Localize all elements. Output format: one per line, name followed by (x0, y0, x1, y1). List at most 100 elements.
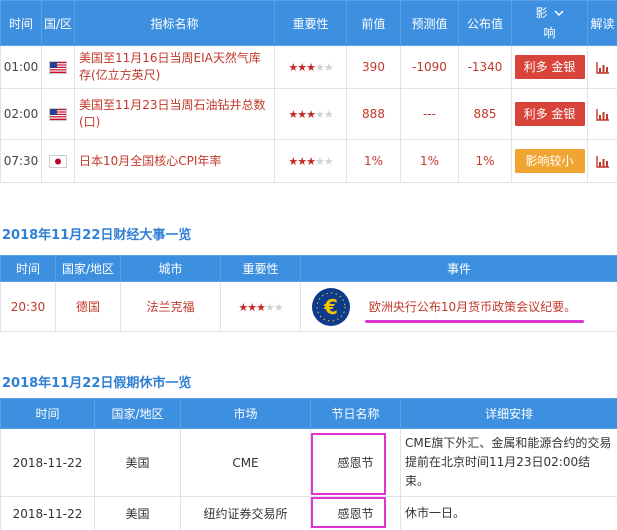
holiday-detail: 休市一日。 (400, 496, 617, 530)
japan-flag-icon (49, 155, 67, 168)
star-icon: ★ (306, 108, 316, 121)
forecast-value: --- (400, 88, 459, 140)
impact-badge[interactable]: 影响较小 (514, 149, 585, 173)
row-time: 02:00 (0, 88, 42, 140)
analysis-cell (587, 45, 617, 89)
col-time: 时间 (0, 398, 95, 429)
us-flag-icon (49, 108, 67, 121)
col-country: 国/区 (41, 0, 75, 46)
star-icon: ★ (297, 61, 307, 74)
star-empty-icon: ★ (314, 61, 325, 74)
impact-badge[interactable]: 利多 金银 (514, 55, 585, 79)
bar-chart-icon[interactable] (595, 61, 610, 74)
holiday-market: CME (180, 428, 311, 497)
event-time: 20:30 (0, 281, 56, 332)
holiday-name: 感恩节 (310, 428, 401, 497)
holiday-country: 美国 (94, 496, 181, 530)
col-time: 时间 (0, 0, 42, 46)
col-impact-dropdown[interactable]: 影 响 (511, 0, 588, 46)
table-row: 2018-11-22 美国 CME 感恩节 CME旗下外汇、金属和能源合约的交易… (0, 428, 617, 497)
impact-badge[interactable]: 利多 金银 (514, 102, 585, 126)
holiday-date: 2018-11-22 (0, 496, 95, 530)
bar-chart-icon[interactable] (595, 155, 610, 168)
impact-label-bottom: 响 (543, 26, 556, 40)
table-row: 07:30 日本10月全国核心CPI年率 ★★★★★ 1% 1% 1% 影响较小 (0, 139, 617, 183)
star-icon: ★ (288, 61, 298, 74)
impact-cell: 利多 金银 (511, 88, 588, 140)
bar-chart-icon[interactable] (595, 108, 610, 121)
col-event: 事件 (300, 255, 617, 282)
star-icon: ★ (297, 155, 307, 168)
importance-stars: ★★★★★ (274, 139, 347, 183)
star-icon: ★ (288, 108, 298, 121)
previous-value: 1% (346, 139, 401, 183)
indicator-name[interactable]: 美国至11月16日当周EIA天然气库存(亿立方英尺) (74, 45, 275, 89)
row-time: 07:30 (0, 139, 42, 183)
impact-label-top: 影 (535, 6, 548, 20)
row-time: 01:00 (0, 45, 42, 89)
event-description[interactable]: 欧洲央行公布10月货币政策会议纪要。 (364, 298, 585, 323)
col-importance: 重要性 (220, 255, 301, 282)
col-city: 城市 (120, 255, 221, 282)
star-empty-icon: ★ (314, 108, 325, 121)
col-name: 指标名称 (74, 0, 275, 46)
star-icon: ★ (306, 155, 316, 168)
col-time: 时间 (0, 255, 56, 282)
star-empty-icon: ★ (314, 155, 325, 168)
col-market: 市场 (180, 398, 311, 429)
table-row: 02:00 美国至11月23日当周石油钻井总数(口) ★★★★★ 888 ---… (0, 88, 617, 140)
country-cell (41, 45, 75, 89)
previous-value: 390 (346, 45, 401, 89)
col-country: 国家/地区 (94, 398, 181, 429)
previous-value: 888 (346, 88, 401, 140)
col-previous: 前值 (346, 0, 401, 46)
star-icon: ★ (306, 61, 316, 74)
importance-stars: ★★★★★ (274, 45, 347, 89)
ecb-euro-logo-icon: € (311, 287, 351, 327)
country-cell (41, 88, 75, 140)
holidays-table: 时间 国家/地区 市场 节日名称 详细安排 2018-11-22 美国 CME … (0, 398, 617, 530)
event-country: 德国 (55, 281, 121, 332)
holidays-header-row: 时间 国家/地区 市场 节日名称 详细安排 (0, 398, 617, 429)
star-empty-icon: ★ (323, 108, 334, 121)
col-forecast: 预测值 (400, 0, 459, 46)
col-analysis: 解读 (587, 0, 617, 46)
analysis-cell (587, 139, 617, 183)
analysis-cell (587, 88, 617, 140)
col-holiday: 节日名称 (310, 398, 401, 429)
indicators-header-row: 时间 国/区 指标名称 重要性 前值 预测值 公布值 影 响 解读 (0, 0, 617, 46)
importance-stars: ★★★★★ (220, 281, 301, 332)
col-country: 国家/地区 (55, 255, 121, 282)
events-section-title: 2018年11月22日财经大事一览 (2, 228, 192, 243)
table-row: 2018-11-22 美国 纽约证券交易所 感恩节 休市一日。 (0, 496, 617, 530)
indicator-name[interactable]: 日本10月全国核心CPI年率 (74, 139, 275, 183)
star-icon: ★ (238, 300, 248, 314)
events-header-row: 时间 国家/地区 城市 重要性 事件 (0, 255, 617, 282)
actual-value: 1% (458, 139, 512, 183)
actual-value: -1340 (458, 45, 512, 89)
country-cell (41, 139, 75, 183)
chevron-down-icon[interactable] (553, 6, 564, 20)
importance-stars: ★★★★★ (274, 88, 347, 140)
holidays-section-title: 2018年11月22日假期休市一览 (2, 376, 192, 391)
star-icon: ★ (288, 155, 298, 168)
holiday-country: 美国 (94, 428, 181, 497)
star-empty-icon: ★ (323, 155, 334, 168)
event-city: 法兰克福 (120, 281, 221, 332)
table-row: 01:00 美国至11月16日当周EIA天然气库存(亿立方英尺) ★★★★★ 3… (0, 45, 617, 89)
svg-text:€: € (323, 295, 338, 319)
impact-cell: 影响较小 (511, 139, 588, 183)
event-cell: € 欧洲央行公布10月货币政策会议纪要。 (300, 281, 617, 332)
highlight-underline (364, 320, 585, 323)
events-table: 时间 国家/地区 城市 重要性 事件 20:30 德国 法兰克福 ★★★★★ €… (0, 255, 617, 332)
holiday-market: 纽约证券交易所 (180, 496, 311, 530)
forecast-value: -1090 (400, 45, 459, 89)
indicators-table: 时间 国/区 指标名称 重要性 前值 预测值 公布值 影 响 解读 01:00 (0, 0, 617, 183)
holiday-detail: CME旗下外汇、金属和能源合约的交易提前在北京时间11月23日02:00结束。 (400, 428, 617, 497)
impact-cell: 利多 金银 (511, 45, 588, 89)
star-icon: ★ (247, 300, 257, 314)
indicator-name[interactable]: 美国至11月23日当周石油钻井总数(口) (74, 88, 275, 140)
star-empty-icon: ★ (323, 61, 334, 74)
forecast-value: 1% (400, 139, 459, 183)
holiday-name: 感恩节 (310, 496, 401, 530)
